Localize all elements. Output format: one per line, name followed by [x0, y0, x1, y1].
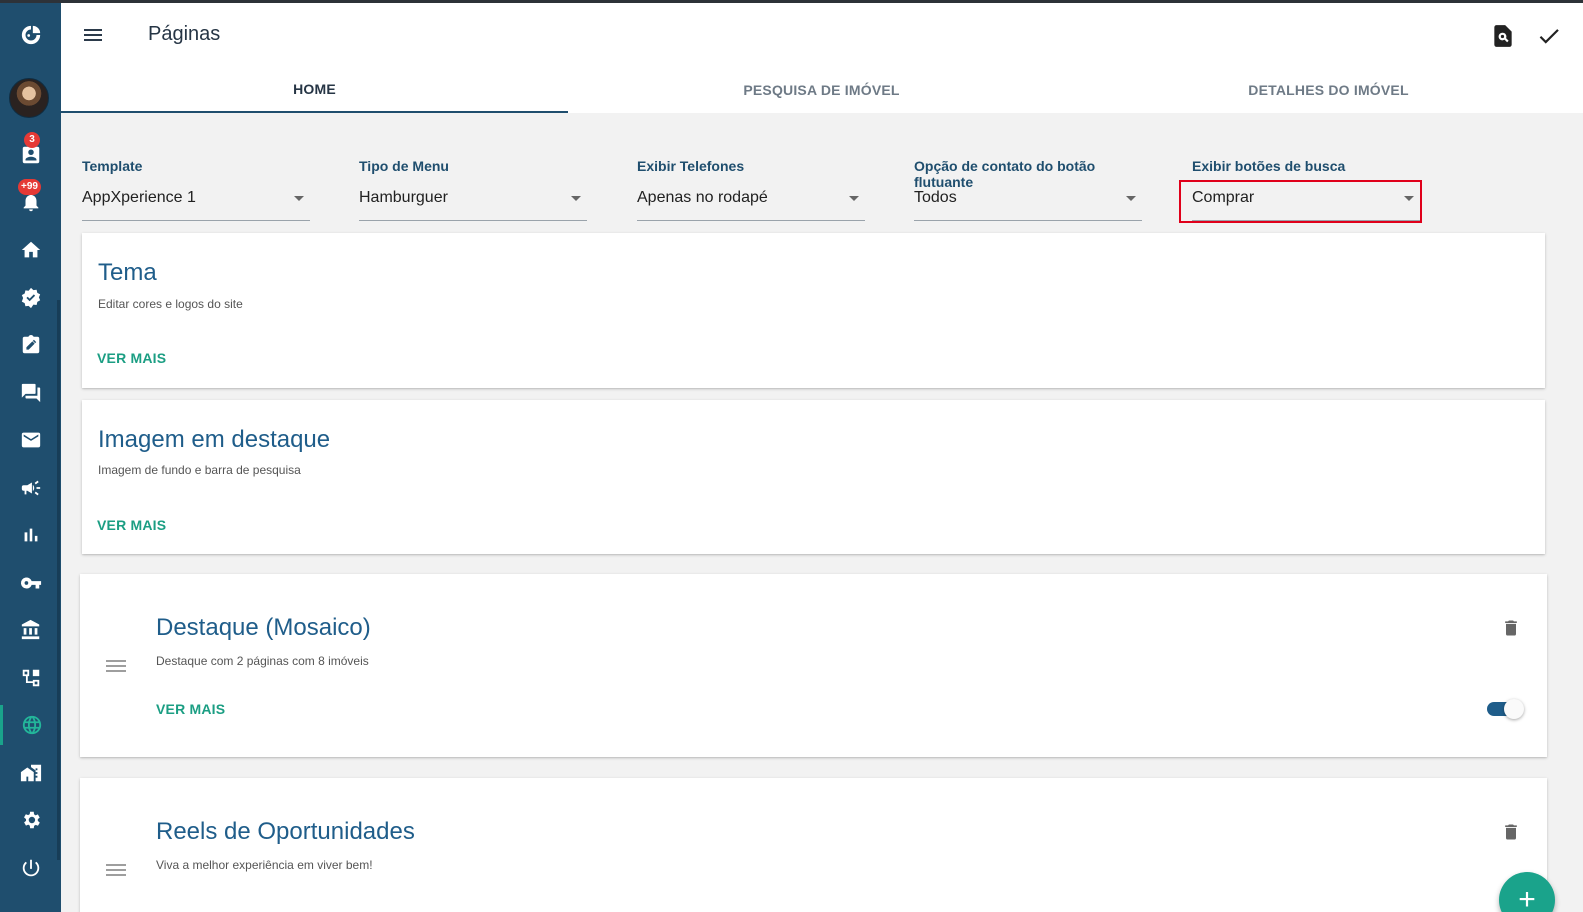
- show-phones-dropdown[interactable]: Apenas no rodapé: [637, 188, 865, 221]
- sidebar-item-verified[interactable]: [0, 278, 61, 318]
- trash-icon: [1505, 620, 1517, 636]
- card-subtitle: Viva a melhor experiência em viver bem!: [156, 858, 373, 872]
- edit-note-icon: [22, 334, 39, 354]
- template-select: Template AppXperience 1: [82, 158, 310, 221]
- window-top-line: [0, 0, 1583, 3]
- show-phones-value: Apenas no rodapé: [637, 189, 768, 206]
- power-icon: [22, 859, 39, 877]
- home-icon: [21, 241, 40, 258]
- caret-down-icon: [571, 196, 581, 201]
- card-title: Reels de Oportunidades: [156, 818, 415, 845]
- tab-bar: HOME PESQUISA DE IMÓVEL DETALHES DO IMÓV…: [61, 66, 1583, 113]
- preview-button[interactable]: [1490, 23, 1516, 49]
- floating-contact-dropdown[interactable]: Todos: [914, 188, 1142, 221]
- menu-icon: [84, 29, 102, 41]
- delete-button[interactable]: [1501, 822, 1521, 842]
- tab-pesquisa-de-imovel[interactable]: PESQUISA DE IMÓVEL: [568, 66, 1075, 113]
- search-buttons-value: Comprar: [1192, 189, 1255, 206]
- search-buttons-select: Exibir botões de busca Comprar: [1192, 158, 1420, 221]
- sidebar-item-campaigns[interactable]: [0, 468, 61, 508]
- globe-icon: [22, 715, 42, 735]
- trash-icon: [1505, 824, 1517, 840]
- sidebar-item-website[interactable]: [0, 705, 61, 745]
- sidebar-item-logout[interactable]: [0, 848, 61, 888]
- menu-type-label: Tipo de Menu: [359, 158, 449, 174]
- menu-type-dropdown[interactable]: Hamburguer: [359, 188, 587, 221]
- sidebar-item-home[interactable]: [0, 230, 61, 270]
- menu-button[interactable]: [81, 23, 105, 47]
- page-title: Páginas: [148, 23, 221, 45]
- floating-contact-select: Opção de contato do botão flutuante Todo…: [914, 158, 1142, 221]
- card-subtitle: Destaque com 2 páginas com 8 imóveis: [156, 654, 369, 668]
- caret-down-icon: [1404, 196, 1414, 201]
- template-dropdown[interactable]: AppXperience 1: [82, 188, 310, 221]
- search-buttons-dropdown[interactable]: Comprar: [1192, 188, 1420, 221]
- caret-down-icon: [1126, 196, 1136, 201]
- contacts-badge: 3: [24, 132, 40, 148]
- megaphone-icon: [21, 480, 40, 496]
- card-imagem-em-destaque: Imagem em destaque Imagem de fundo e bar…: [82, 400, 1545, 554]
- card-subtitle: Editar cores e logos do site: [98, 297, 243, 311]
- sidebar-item-chat[interactable]: [0, 373, 61, 413]
- tab-detalhes-do-imovel[interactable]: DETALHES DO IMÓVEL: [1075, 66, 1582, 113]
- sidebar-item-edit-note[interactable]: [0, 325, 61, 365]
- sidebar-item-keys[interactable]: [0, 563, 61, 603]
- page-header: Páginas HOME PESQUISA DE IMÓVEL DETALHES…: [61, 3, 1583, 113]
- notifications-badge: +99: [18, 179, 41, 195]
- app-logo-icon[interactable]: [0, 15, 61, 55]
- template-value: AppXperience 1: [82, 189, 196, 206]
- avatar[interactable]: [9, 78, 49, 118]
- drag-handle-icon[interactable]: [106, 660, 126, 674]
- sidebar: 3 +99: [0, 0, 61, 912]
- key-icon: [20, 577, 41, 589]
- card-subtitle: Imagem de fundo e barra de pesquisa: [98, 463, 301, 477]
- verified-icon: [21, 287, 40, 309]
- card-title: Destaque (Mosaico): [156, 614, 371, 641]
- ver-mais-link[interactable]: VER MAIS: [97, 517, 166, 533]
- buildings-icon: [20, 764, 41, 782]
- preview-search-icon: [1494, 25, 1512, 47]
- template-label: Template: [82, 158, 143, 174]
- confirm-button[interactable]: [1536, 23, 1562, 49]
- ver-mais-link[interactable]: VER MAIS: [156, 701, 225, 717]
- sidebar-item-settings[interactable]: [0, 800, 61, 840]
- card-reels-de-oportunidades: Reels de Oportunidades Viva a melhor exp…: [80, 778, 1547, 912]
- settings-icon: [23, 811, 40, 829]
- delete-button[interactable]: [1501, 618, 1521, 638]
- sidebar-item-contacts[interactable]: 3: [0, 132, 61, 175]
- sidebar-item-notifications[interactable]: +99: [0, 179, 61, 222]
- sidebar-item-reports[interactable]: [0, 515, 61, 555]
- card-title: Imagem em destaque: [98, 426, 331, 453]
- card-tema: Tema Editar cores e logos do site VER MA…: [82, 233, 1545, 388]
- sidebar-item-properties[interactable]: [0, 753, 61, 793]
- show-phones-label: Exibir Telefones: [637, 158, 745, 174]
- card-title: Tema: [98, 259, 157, 286]
- enable-toggle[interactable]: [1487, 698, 1524, 719]
- card-destaque-mosaico: Destaque (Mosaico) Destaque com 2 página…: [80, 574, 1547, 757]
- sidebar-scrollbar[interactable]: [57, 300, 60, 860]
- floating-contact-label: Opção de contato do botão flutuante: [914, 158, 1096, 190]
- ver-mais-link[interactable]: VER MAIS: [97, 350, 166, 366]
- mail-icon: [21, 432, 40, 448]
- caret-down-icon: [294, 196, 304, 201]
- bank-icon: [21, 619, 39, 640]
- settings-fields: Template AppXperience 1 Tipo de Menu Ham…: [82, 158, 1542, 228]
- menu-type-value: Hamburguer: [359, 189, 448, 206]
- sidebar-item-hierarchy[interactable]: [0, 658, 61, 698]
- toggle-knob: [1504, 699, 1524, 719]
- search-buttons-label: Exibir botões de busca: [1192, 158, 1346, 174]
- logo-icon: [21, 25, 40, 45]
- check-icon: [1539, 29, 1559, 44]
- sidebar-item-bank[interactable]: [0, 610, 61, 650]
- hierarchy-icon: [22, 669, 39, 687]
- chart-icon: [24, 528, 37, 542]
- caret-down-icon: [849, 196, 859, 201]
- sidebar-item-mail[interactable]: [0, 420, 61, 460]
- drag-handle-icon[interactable]: [106, 864, 126, 878]
- tab-home[interactable]: HOME: [61, 66, 568, 113]
- menu-type-select: Tipo de Menu Hamburguer: [359, 158, 587, 221]
- show-phones-select: Exibir Telefones Apenas no rodapé: [637, 158, 865, 221]
- floating-contact-value: Todos: [914, 189, 957, 206]
- chat-icon: [21, 383, 40, 403]
